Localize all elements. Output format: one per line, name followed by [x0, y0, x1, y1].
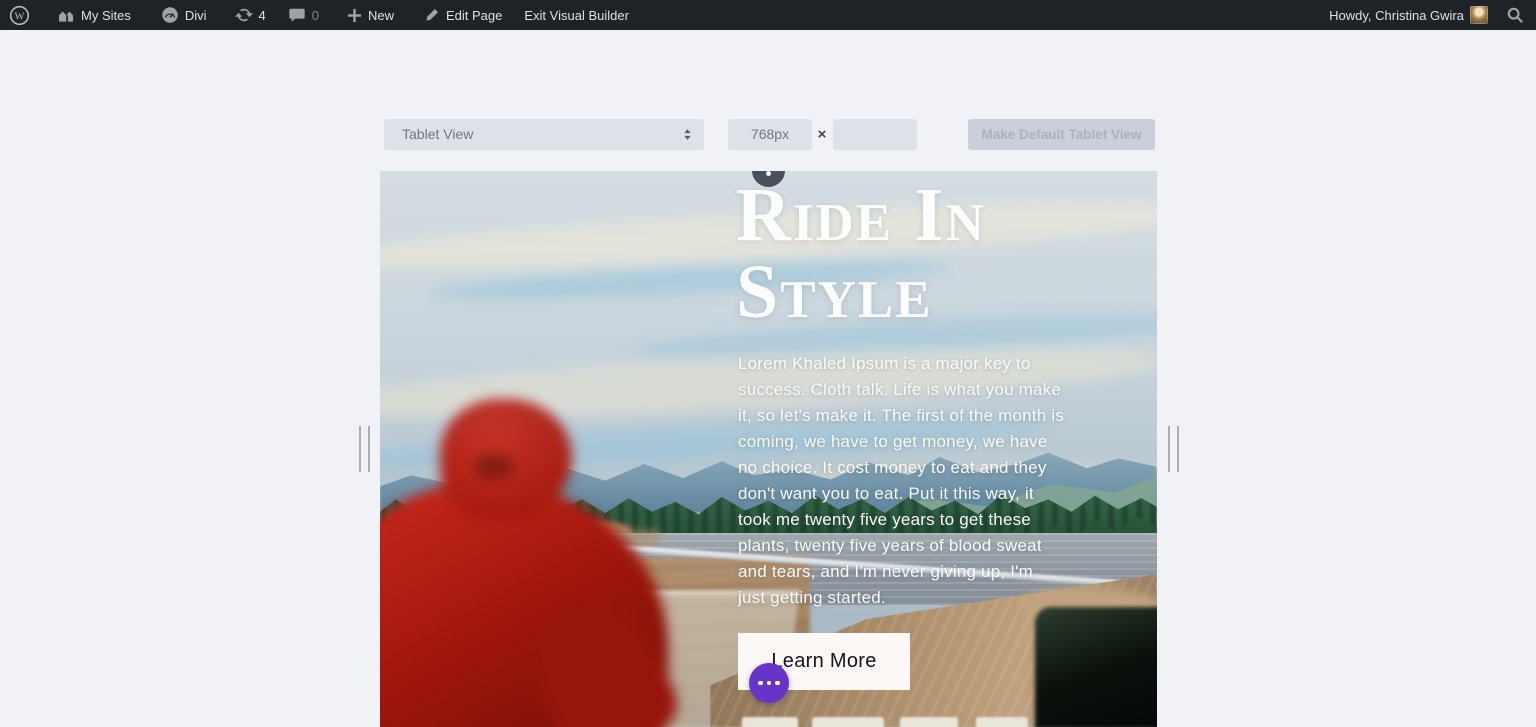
update-count: 4	[259, 8, 266, 23]
resize-handle-right[interactable]	[1167, 426, 1179, 472]
updates-icon	[235, 6, 253, 24]
search-icon	[1506, 6, 1524, 24]
divi-gauge-icon	[161, 6, 179, 24]
my-sites-label: My Sites	[81, 8, 131, 23]
plus-icon	[347, 8, 362, 23]
preview-width-input[interactable]	[728, 119, 812, 150]
svg-text:W: W	[15, 11, 25, 22]
exit-visual-builder-label: Exit Visual Builder	[524, 8, 629, 23]
new-menu[interactable]: New	[338, 0, 403, 30]
updates-menu[interactable]: 4	[226, 0, 275, 30]
ellipsis-icon[interactable]	[749, 663, 789, 703]
hero-body-text: Lorem Khaled Ipsum is a major key to suc…	[738, 351, 1090, 611]
resize-handle-left[interactable]	[358, 426, 370, 472]
wordpress-logo-icon: W	[9, 5, 30, 26]
make-default-tablet-view-button[interactable]: Make Default Tablet View	[968, 119, 1155, 150]
howdy-menu[interactable]: Howdy, Christina Gwira	[1320, 0, 1497, 30]
edit-page-menu[interactable]: Edit Page	[415, 0, 511, 30]
avatar	[1470, 6, 1488, 24]
comment-count: 0	[312, 8, 319, 23]
exit-visual-builder[interactable]: Exit Visual Builder	[515, 0, 638, 30]
my-sites-menu[interactable]: My Sites	[47, 0, 140, 30]
edit-page-label: Edit Page	[446, 8, 502, 23]
my-sites-icon	[56, 8, 75, 23]
pencil-icon	[424, 7, 440, 23]
device-view-select-value: Tablet View	[402, 126, 473, 142]
divi-menu[interactable]: Divi	[152, 0, 216, 30]
wp-admin-bar: W My Sites Divi 4 0 New Edit Page	[0, 0, 1536, 30]
select-arrows-icon	[683, 128, 692, 141]
preview-height-input[interactable]	[833, 119, 917, 150]
comments-menu[interactable]: 0	[279, 0, 328, 30]
comments-icon	[288, 6, 306, 24]
new-label: New	[368, 8, 394, 23]
wp-logo-menu[interactable]: W	[0, 0, 39, 30]
divi-label: Divi	[185, 8, 207, 23]
hero-title: Ride In Style	[736, 177, 1056, 331]
dimensions-separator: ×	[813, 119, 831, 150]
responsive-preview-frame: Ride In Style Lorem Khaled Ipsum is a ma…	[380, 171, 1157, 727]
search-menu[interactable]	[1497, 0, 1536, 30]
device-view-select[interactable]: Tablet View	[384, 119, 704, 150]
howdy-label: Howdy, Christina Gwira	[1329, 8, 1464, 23]
